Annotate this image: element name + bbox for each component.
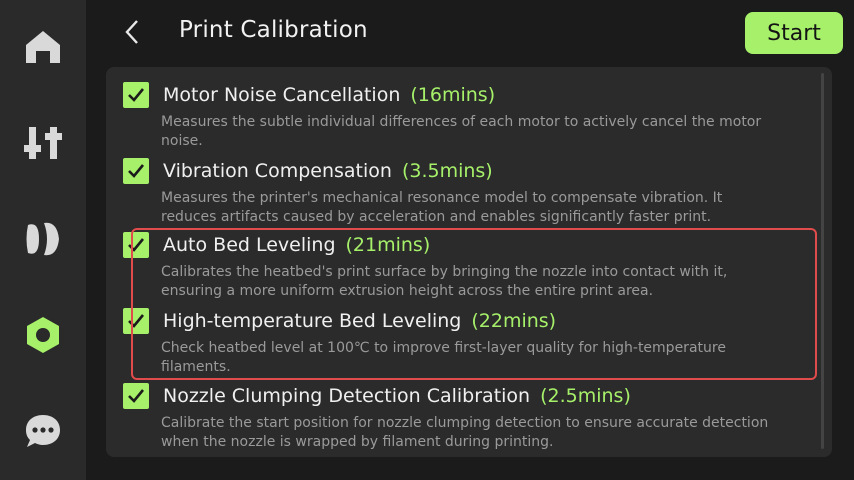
sidebar-item-home[interactable] xyxy=(0,12,86,82)
sidebar-item-controls[interactable] xyxy=(0,108,86,178)
calibration-name: Nozzle Clumping Detection Calibration xyxy=(163,385,531,407)
calibration-description: Measures the subtle individual differenc… xyxy=(161,114,762,149)
checkbox-high-temp-bed-leveling[interactable] xyxy=(123,308,149,334)
sidebar-item-chat[interactable] xyxy=(0,396,86,466)
main-content: Print Calibration Start Motor Noise Canc… xyxy=(86,0,854,480)
start-button[interactable]: Start xyxy=(745,12,843,54)
scrollbar[interactable] xyxy=(821,73,824,449)
checkbox-vibration[interactable] xyxy=(123,158,149,184)
check-icon xyxy=(128,389,145,403)
sidebar-item-filament[interactable] xyxy=(0,204,86,274)
check-icon xyxy=(128,314,145,328)
calibration-name: Auto Bed Leveling xyxy=(163,234,336,256)
calibration-name: High-temperature Bed Leveling xyxy=(163,310,462,332)
checkbox-motor-noise[interactable] xyxy=(123,82,149,108)
calibration-duration: (16mins) xyxy=(410,84,496,106)
filament-icon xyxy=(23,219,63,259)
back-button[interactable] xyxy=(116,16,148,52)
calibration-name: Motor Noise Cancellation xyxy=(163,84,401,106)
chevron-left-icon xyxy=(124,19,140,49)
home-icon xyxy=(24,29,62,65)
calibration-description: Measures the printer's mechanical resona… xyxy=(161,190,723,225)
sidebar-item-settings[interactable] xyxy=(0,300,86,370)
sidebar xyxy=(0,0,86,480)
calibration-duration: (3.5mins) xyxy=(401,160,493,182)
calibration-description: Calibrate the start position for nozzle … xyxy=(161,415,769,450)
calibration-list[interactable]: Motor Noise Cancellation (16mins) Measur… xyxy=(106,67,832,457)
check-icon xyxy=(128,238,145,252)
calibration-name: Vibration Compensation xyxy=(163,160,392,182)
calibration-description: Check heatbed level at 100℃ to improve f… xyxy=(161,340,726,375)
chat-icon xyxy=(23,411,63,451)
check-icon xyxy=(128,88,145,102)
calibration-duration: (2.5mins) xyxy=(540,385,631,407)
page-title: Print Calibration xyxy=(179,17,368,43)
calibration-description: Calibrates the heatbed's print surface b… xyxy=(161,264,728,299)
calibration-duration: (21mins) xyxy=(345,234,431,256)
check-icon xyxy=(128,164,145,178)
checkbox-nozzle-clumping[interactable] xyxy=(123,383,149,409)
checkbox-auto-bed-leveling[interactable] xyxy=(123,232,149,258)
calibration-duration: (22mins) xyxy=(471,310,557,332)
controls-icon xyxy=(23,123,63,163)
settings-icon xyxy=(23,315,63,355)
